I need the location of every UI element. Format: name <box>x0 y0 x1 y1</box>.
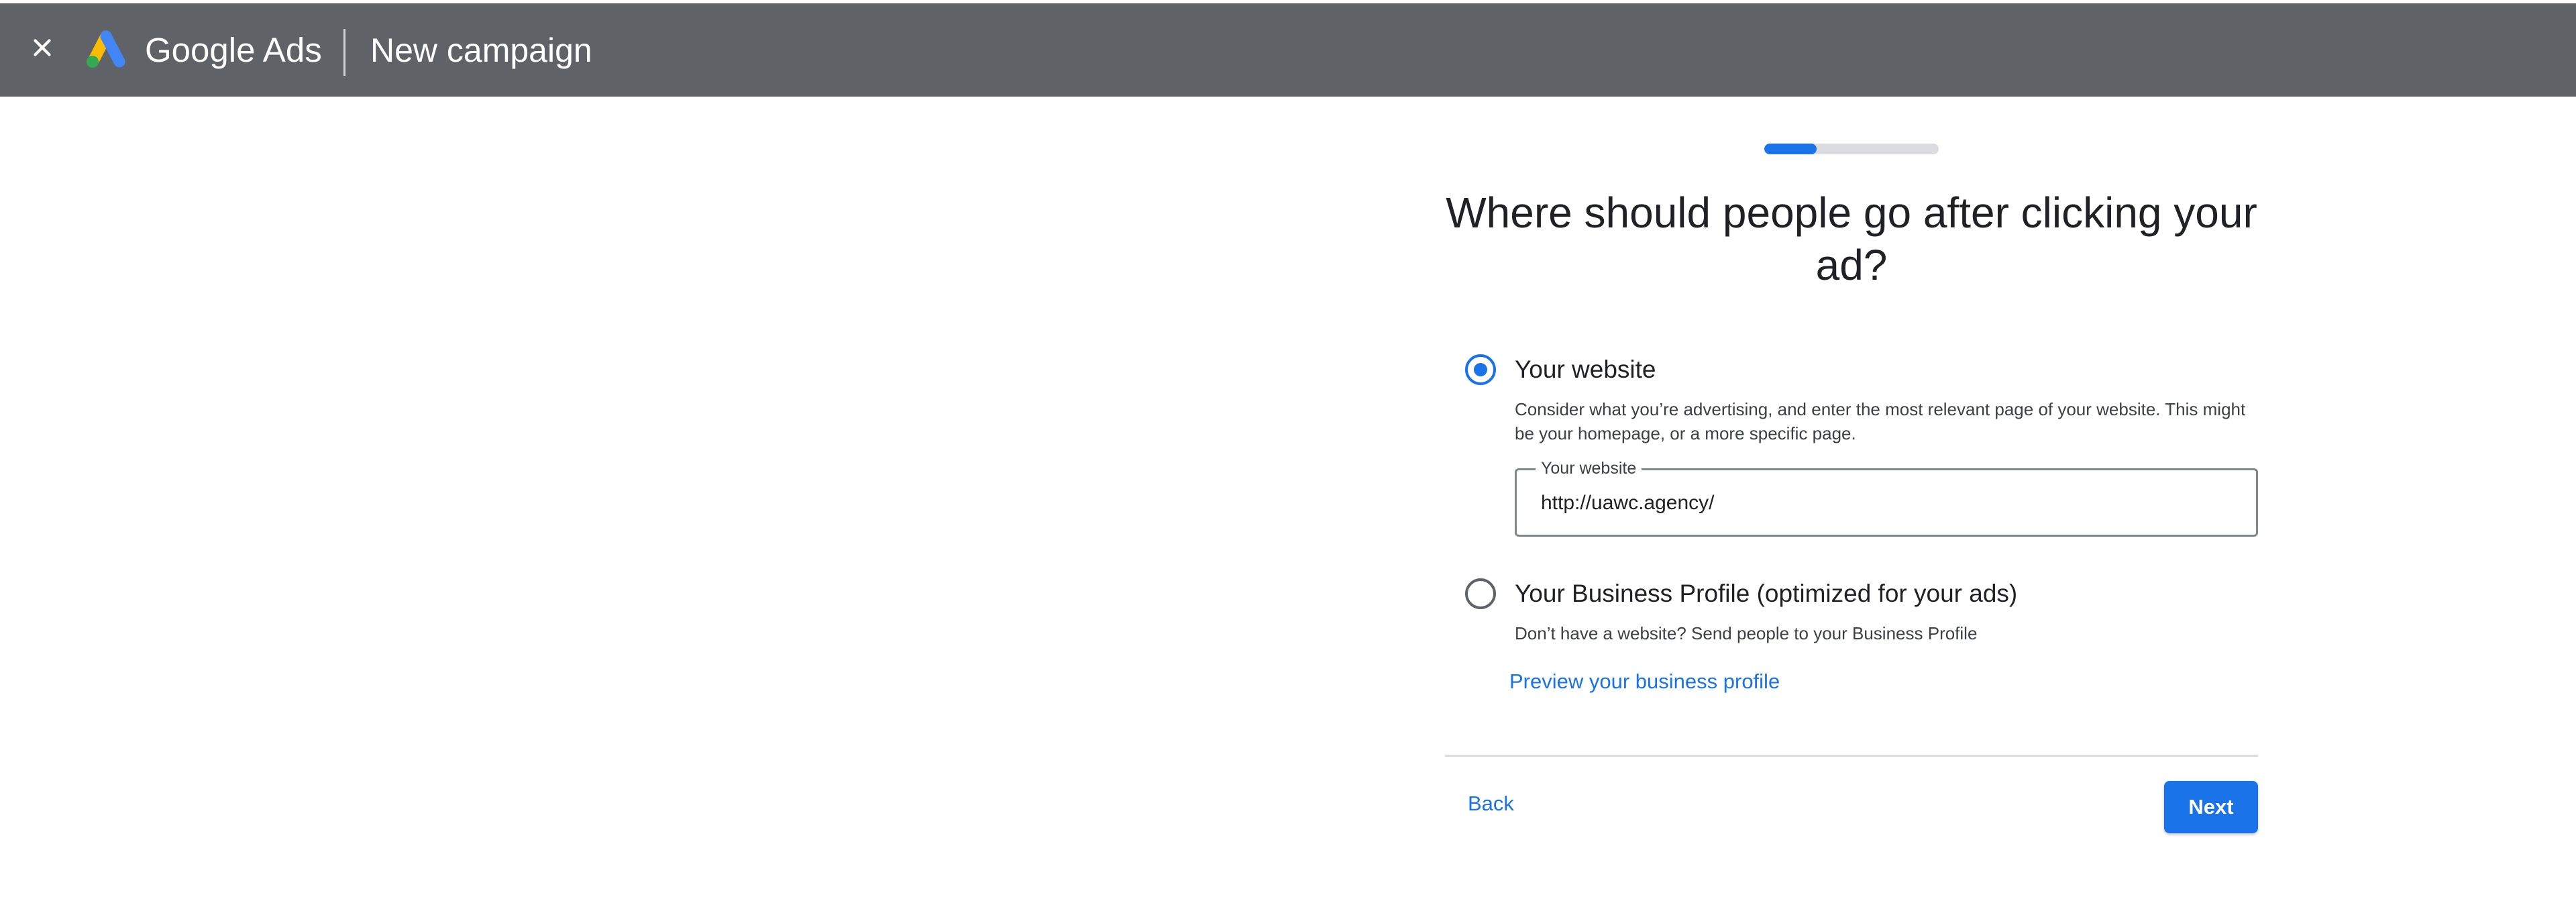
google-ads-logo-icon <box>83 30 129 70</box>
brand-name: Google Ads <box>145 31 322 69</box>
website-field-label: Your website <box>1536 458 1642 478</box>
progress-bar-fill <box>1764 144 1817 154</box>
website-url-input[interactable]: Your website http://uawc.agency/ <box>1515 458 2258 537</box>
footer-divider <box>1445 755 2258 757</box>
close-button[interactable] <box>27 32 58 63</box>
preview-business-profile-link[interactable]: Preview your business profile <box>1509 668 1780 695</box>
question-heading: Where should people go after clicking yo… <box>1446 189 2257 289</box>
back-button[interactable]: Back <box>1468 790 1514 817</box>
option-label-business-profile[interactable]: Your Business Profile (optimized for you… <box>1515 578 2017 609</box>
website-field-value[interactable]: http://uawc.agency/ <box>1541 490 1715 516</box>
option-description-your-website: Consider what you’re advertising, and en… <box>1515 399 2246 443</box>
option-description-business-profile: Don’t have a website? Send people to you… <box>1515 623 1978 643</box>
header-divider <box>343 29 345 76</box>
radio-your-website[interactable] <box>1465 354 1496 385</box>
radio-business-profile[interactable] <box>1465 578 1496 609</box>
top-app-bar: Google Ads New campaign <box>0 3 2576 97</box>
next-button[interactable]: Next <box>2164 781 2258 833</box>
close-icon <box>34 39 51 56</box>
page-title: New campaign <box>370 32 592 69</box>
progress-bar <box>1764 144 1939 154</box>
option-label-your-website[interactable]: Your website <box>1515 354 1656 385</box>
